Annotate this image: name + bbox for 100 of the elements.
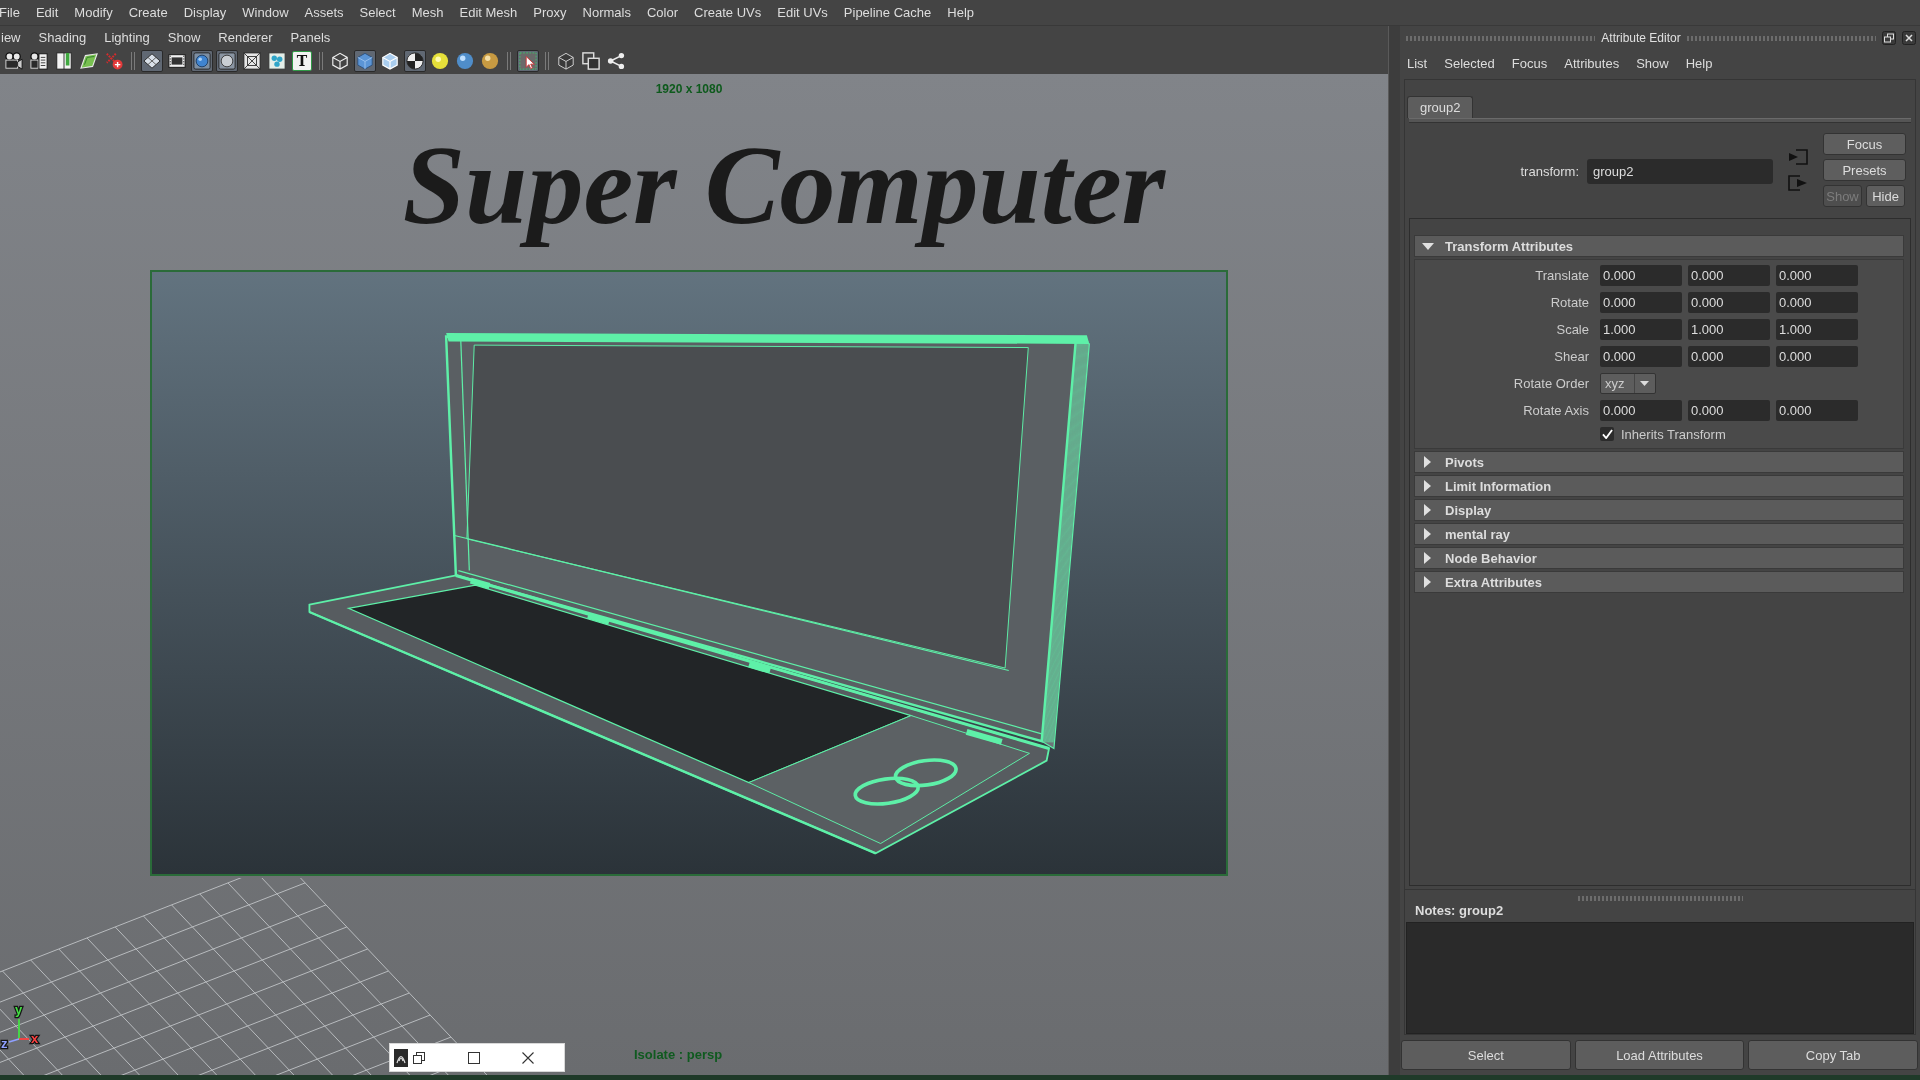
drag-grip[interactable] [1577, 896, 1743, 901]
section-header[interactable]: Node Behavior [1414, 547, 1904, 569]
float-window-icon[interactable] [1882, 31, 1896, 45]
section-header[interactable]: mental ray [1414, 523, 1904, 545]
overlap-squares-icon [582, 52, 600, 70]
number-field[interactable]: 0.000 [1600, 292, 1682, 313]
attribute-label: Rotate [1549, 295, 1589, 310]
number-field[interactable]: 0.000 [1776, 265, 1858, 286]
toolbar-button[interactable] [404, 50, 426, 72]
toolbar-button[interactable] [379, 50, 401, 72]
sphere-icon [456, 52, 474, 70]
menu-item[interactable]: Selected [1444, 55, 1495, 71]
bottom-button[interactable]: Load Attributes [1574, 1040, 1745, 1070]
app-logo-icon[interactable] [394, 1048, 408, 1067]
section-header[interactable]: Extra Attributes [1414, 571, 1904, 593]
section-header[interactable]: Display [1414, 499, 1904, 521]
number-field[interactable]: 0.000 [1600, 400, 1682, 421]
menu-item[interactable]: Create UVs [694, 5, 762, 20]
menu-item[interactable]: Help [947, 5, 975, 20]
toolbar-button[interactable] [28, 50, 50, 72]
menu-item[interactable]: Select [359, 5, 396, 20]
toolbar-button[interactable] [354, 50, 376, 72]
bottom-button[interactable]: Copy Tab [1748, 1040, 1918, 1070]
scissors-icon [105, 52, 123, 70]
number-field[interactable]: 0.000 [1776, 292, 1858, 313]
notes-field[interactable] [1406, 922, 1914, 1034]
toolbar-button[interactable] [141, 50, 163, 72]
toolbar-button[interactable] [429, 50, 451, 72]
toolbar-button[interactable]: T [292, 51, 312, 71]
toolbar-button[interactable] [53, 50, 75, 72]
menu-item[interactable]: Display [183, 5, 227, 20]
close-icon[interactable] [1902, 31, 1916, 45]
toolbar-button[interactable] [580, 50, 602, 72]
menu-item[interactable]: Show [1636, 55, 1669, 71]
maximize-icon[interactable] [468, 1051, 480, 1064]
tab[interactable]: group2 [1407, 96, 1474, 118]
number-field[interactable]: 0.000 [1776, 346, 1858, 367]
bottom-button[interactable]: Select [1401, 1040, 1571, 1070]
menu-item[interactable]: Mesh [411, 5, 444, 20]
film-strip-icon [168, 52, 186, 70]
menu-item[interactable]: Edit UVs [777, 5, 828, 20]
toolbar-button[interactable] [241, 50, 263, 72]
toolbar-button[interactable] [517, 50, 539, 72]
panel-title: Attribute Editor [1601, 31, 1681, 45]
solid-cube-icon [356, 52, 374, 70]
menu-item[interactable]: Color [646, 5, 679, 20]
panel-menu-item[interactable]: Shading [38, 29, 87, 45]
number-field[interactable]: 0.000 [1688, 265, 1770, 286]
toolbar-button[interactable] [216, 50, 238, 72]
restore-icon[interactable] [413, 1051, 425, 1064]
toolbar-button[interactable] [329, 50, 351, 72]
number-field[interactable]: 0.000 [1688, 292, 1770, 313]
close-icon[interactable] [522, 1051, 534, 1064]
menu-item[interactable]: Create [128, 5, 168, 20]
panel-menu-item[interactable]: Lighting [104, 29, 150, 45]
toolbar-button[interactable] [78, 50, 100, 72]
toolbar-button[interactable] [605, 50, 627, 72]
number-field[interactable]: 0.000 [1600, 265, 1682, 286]
triangle-right-icon [1424, 504, 1431, 516]
toolbar-button[interactable] [3, 50, 25, 72]
menu-item[interactable]: Edit [35, 5, 59, 20]
menu-item[interactable]: Window [242, 5, 289, 20]
menu-item[interactable]: Normals [582, 5, 631, 20]
number-field[interactable]: 0.000 [1600, 346, 1682, 367]
number-field[interactable]: 0.000 [1688, 346, 1770, 367]
section-header[interactable]: Pivots [1414, 451, 1904, 473]
section-header[interactable]: Transform Attributes [1414, 235, 1904, 257]
node-name-field[interactable]: group2 [1587, 159, 1773, 184]
drag-grip[interactable] [1406, 35, 1596, 41]
side-button[interactable]: Presets [1823, 159, 1906, 181]
dropdown[interactable]: xyz [1600, 373, 1656, 394]
menu-item[interactable]: Edit Mesh [459, 5, 518, 20]
menu-item[interactable]: Help [1685, 55, 1713, 71]
number-field[interactable]: 0.000 [1776, 400, 1858, 421]
menu-item[interactable]: File [0, 5, 20, 20]
menu-item[interactable]: List [1407, 55, 1428, 71]
panel-menu-item[interactable]: iew [1, 29, 21, 45]
toolbar-button[interactable] [555, 50, 577, 72]
section-header[interactable]: Limit Information [1414, 475, 1904, 497]
panel-menu-item[interactable]: Renderer [218, 29, 273, 45]
menu-item[interactable]: Modify [74, 5, 113, 20]
number-field[interactable]: 1.000 [1600, 319, 1682, 340]
attribute-label: Shear [1553, 349, 1589, 364]
menu-item[interactable]: Pipeline Cache [843, 5, 932, 20]
panel-menu-item[interactable]: Panels [290, 29, 331, 45]
toolbar-button[interactable] [266, 50, 288, 72]
number-field[interactable]: 1.000 [1776, 319, 1858, 340]
toolbar-button[interactable] [454, 50, 476, 72]
number-field[interactable]: 0.000 [1688, 400, 1770, 421]
number-field[interactable]: 1.000 [1688, 319, 1770, 340]
side-button[interactable]: Focus [1823, 133, 1906, 155]
menu-item[interactable]: Assets [304, 5, 344, 20]
drag-grip[interactable] [1686, 35, 1876, 41]
checkbox[interactable] [1600, 427, 1614, 441]
panel-menu-item[interactable]: Show [167, 29, 201, 45]
side-button[interactable]: Hide [1866, 185, 1905, 207]
menu-item[interactable]: Attributes [1564, 55, 1620, 71]
toolbar-button[interactable] [479, 50, 501, 72]
menu-item[interactable]: Focus [1511, 55, 1548, 71]
menu-item[interactable]: Proxy [533, 5, 567, 20]
